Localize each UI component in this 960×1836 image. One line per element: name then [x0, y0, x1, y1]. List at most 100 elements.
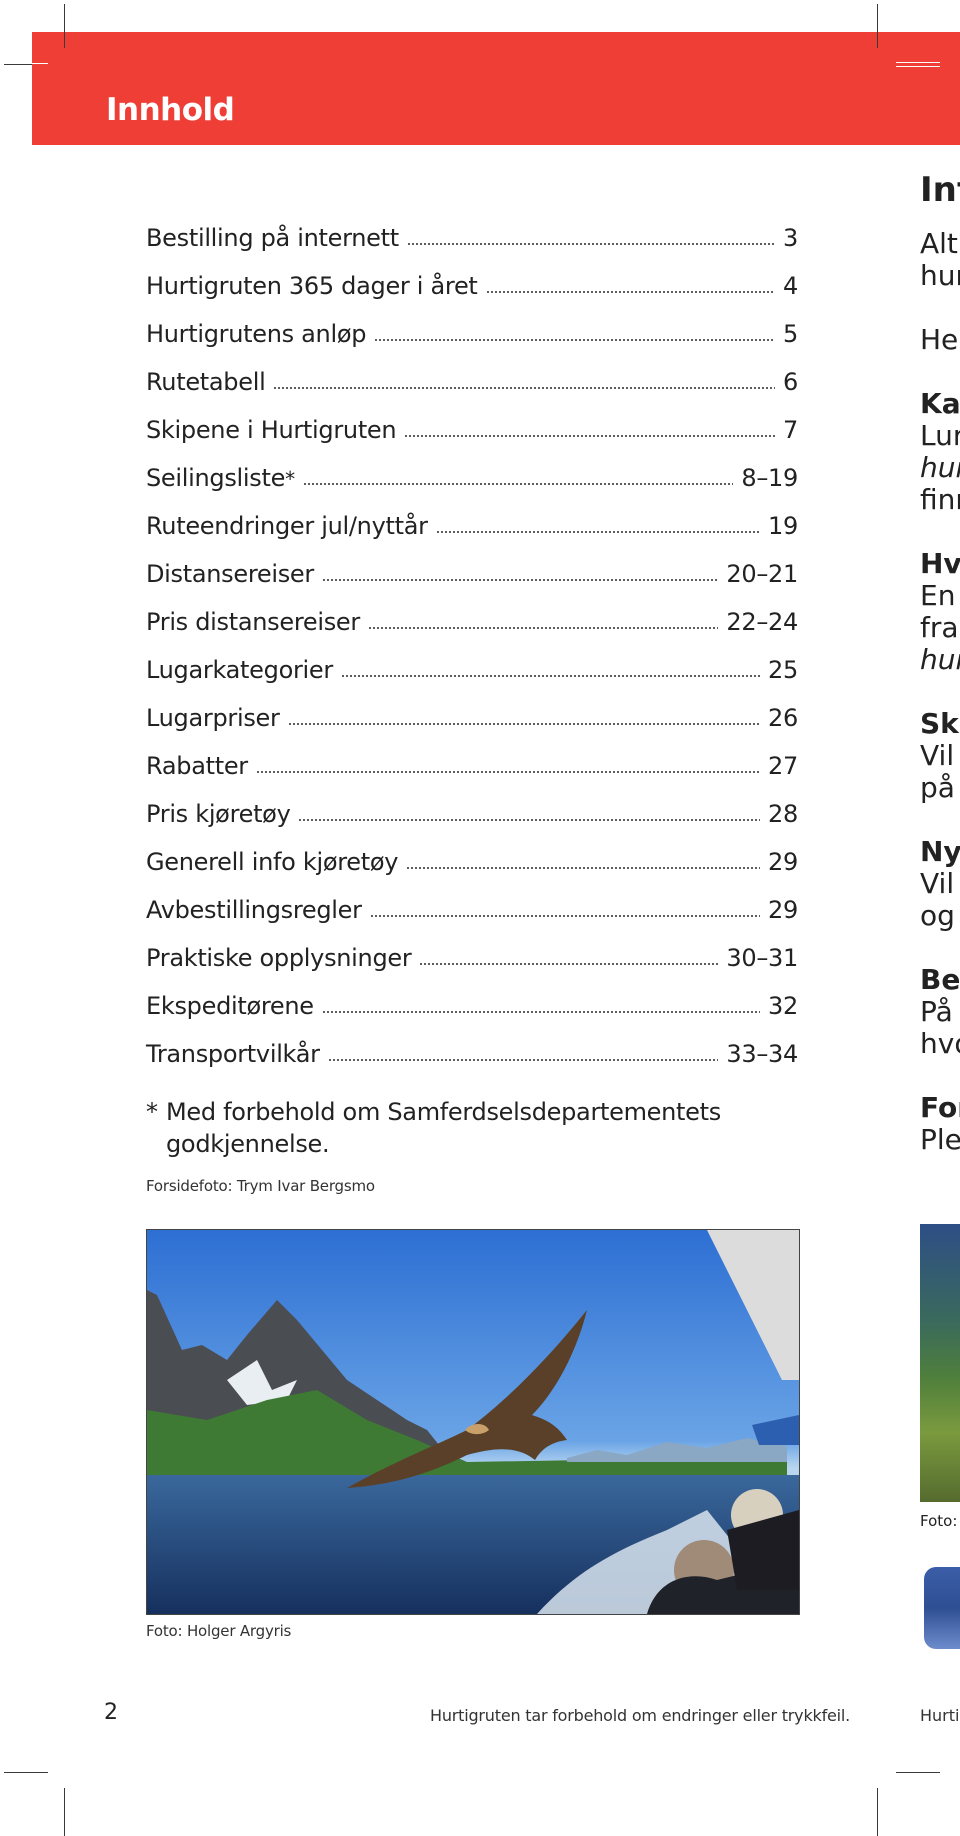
toc-entry-title: Lugarkategorier — [146, 656, 333, 684]
toc-entry[interactable]: Rutetabell 6 — [146, 362, 798, 410]
toc-entry[interactable]: Bestilling på internett 3 — [146, 218, 798, 266]
toc-entry-title: Distansereiser — [146, 560, 314, 588]
footnote-text-line1: Med forbehold om Samferdselsdepartemente… — [166, 1098, 721, 1126]
dot-leader — [298, 814, 761, 822]
dot-leader — [302, 478, 734, 486]
toc-entry-title: Generell info kjøretøy — [146, 848, 399, 876]
toc-entry-page: 8–19 — [741, 464, 798, 492]
toc-entry-title: Ruteendringer jul/nyttår — [146, 512, 428, 540]
adjacent-paragraph-line: Her — [920, 323, 960, 356]
toc-entry-page: 33–34 — [726, 1040, 798, 1068]
header-band — [32, 32, 960, 145]
toc-entry-page: 7 — [783, 416, 798, 444]
dot-leader — [255, 766, 761, 774]
toc-entry[interactable]: Pris kjøretøy 28 — [146, 794, 798, 842]
toc-entry[interactable]: Hurtigrutens anløp 5 — [146, 314, 798, 362]
adjacent-paragraph-line: hur — [920, 259, 960, 292]
adjacent-paragraph-line: Alt — [920, 227, 958, 260]
toc-entry[interactable]: Seilingsliste * 8–19 — [146, 458, 798, 506]
crop-mark — [64, 1788, 65, 1836]
adjacent-page-photo — [920, 1224, 960, 1502]
adjacent-section-heading: Nyl — [920, 835, 960, 868]
toc-entry-page: 28 — [768, 800, 798, 828]
toc-entry-page: 19 — [768, 512, 798, 540]
toc-entry[interactable]: Avbestillingsregler 29 — [146, 890, 798, 938]
dot-leader — [419, 958, 719, 966]
photo-credit: Foto: Holger Argyris — [146, 1622, 292, 1640]
dot-leader — [404, 430, 776, 438]
adjacent-paragraph-line: En — [920, 579, 956, 612]
page-title: Innhold — [106, 92, 235, 128]
adjacent-paragraph-line: hur — [920, 451, 960, 484]
adjacent-page-blue-panel — [924, 1567, 960, 1649]
footnote-text-line2: godkjennelse. — [166, 1130, 330, 1158]
footnote: * Med forbehold om Samferdselsdepartement… — [146, 1096, 786, 1160]
toc-entry-page: 32 — [768, 992, 798, 1020]
toc-entry[interactable]: Praktiske opplysninger 30–31 — [146, 938, 798, 986]
adjacent-page-heading: Inf — [920, 170, 960, 210]
footer-disclaimer: Hurtigruten tar forbehold om endringer e… — [430, 1706, 851, 1725]
toc-entry-title: Rutetabell — [146, 368, 266, 396]
toc-entry[interactable]: Lugarpriser 26 — [146, 698, 798, 746]
footnote-marker: * — [146, 1098, 158, 1126]
toc-entry[interactable]: Ekspeditørene 32 — [146, 986, 798, 1034]
adjacent-footer-text: Hurtig — [920, 1706, 960, 1725]
adjacent-section-heading: Bes — [920, 963, 960, 996]
cover-photo-credit: Forsidefoto: Trym Ivar Bergsmo — [146, 1177, 375, 1195]
toc-entry[interactable]: Hurtigruten 365 dager i året 4 — [146, 266, 798, 314]
crop-mark — [4, 1772, 48, 1773]
toc-entry[interactable]: Generell info kjøretøy 29 — [146, 842, 798, 890]
toc-entry-title: Skipene i Hurtigruten — [146, 416, 397, 444]
toc-entry[interactable]: Rabatter 27 — [146, 746, 798, 794]
adjacent-paragraph-line: og — [920, 899, 955, 932]
dot-leader — [273, 382, 776, 390]
adjacent-section-heading: For — [920, 1091, 960, 1124]
toc-entry-title: Hurtigrutens anløp — [146, 320, 367, 348]
adjacent-paragraph-line: hvo — [920, 1027, 960, 1060]
dot-leader — [367, 622, 719, 630]
dot-leader — [321, 1006, 761, 1014]
toc-entry-title: Praktiske opplysninger — [146, 944, 412, 972]
toc-entry[interactable]: Transportvilkår 33–34 — [146, 1034, 798, 1082]
adjacent-section-heading: Hvi — [920, 547, 960, 580]
crop-mark — [32, 63, 48, 64]
toc-entry-page: 29 — [768, 896, 798, 924]
toc-entry-page: 3 — [783, 224, 798, 252]
dot-leader — [287, 718, 761, 726]
adjacent-photo-credit: Foto: — [920, 1512, 958, 1530]
adjacent-paragraph-line: Lur — [920, 419, 960, 452]
toc-entry-title: Lugarpriser — [146, 704, 280, 732]
eagle-photo-illustration — [147, 1230, 799, 1614]
crop-mark — [877, 1788, 878, 1836]
toc-entry-page: 30–31 — [726, 944, 798, 972]
toc-entry-title: Seilingsliste — [146, 464, 286, 492]
adjacent-paragraph-line: Ple — [920, 1123, 960, 1156]
dot-leader — [321, 574, 719, 582]
toc-entry-title: Ekspeditørene — [146, 992, 314, 1020]
toc-entry-page: 20–21 — [726, 560, 798, 588]
page-number: 2 — [104, 1700, 118, 1725]
toc-entry[interactable]: Lugarkategorier 25 — [146, 650, 798, 698]
dot-leader — [340, 670, 761, 678]
dot-leader — [374, 334, 776, 342]
dot-leader — [327, 1054, 719, 1062]
toc-entry[interactable]: Skipene i Hurtigruten 7 — [146, 410, 798, 458]
toc-entry-page: 27 — [768, 752, 798, 780]
crop-mark — [877, 32, 878, 48]
toc-entry-title: Transportvilkår — [146, 1040, 320, 1068]
adjacent-paragraph-line: finn — [920, 483, 960, 516]
adjacent-section-heading: Ski — [920, 707, 960, 740]
dot-leader — [406, 862, 761, 870]
toc-entry[interactable]: Ruteendringer jul/nyttår 19 — [146, 506, 798, 554]
toc-entry-title: Hurtigruten 365 dager i året — [146, 272, 478, 300]
toc-entry-page: 29 — [768, 848, 798, 876]
adjacent-page-column: Inf Foto: Hurtig AlthurHerKarLurhurfinnH… — [920, 0, 960, 1836]
adjacent-paragraph-line: Vil — [920, 739, 955, 772]
toc-entry-page: 25 — [768, 656, 798, 684]
toc-entry[interactable]: Distansereiser 20–21 — [146, 554, 798, 602]
footnote-marker: * — [285, 467, 295, 491]
toc-entry-page: 6 — [783, 368, 798, 396]
dot-leader — [406, 238, 776, 246]
toc-entry-page: 5 — [783, 320, 798, 348]
toc-entry[interactable]: Pris distansereiser 22–24 — [146, 602, 798, 650]
